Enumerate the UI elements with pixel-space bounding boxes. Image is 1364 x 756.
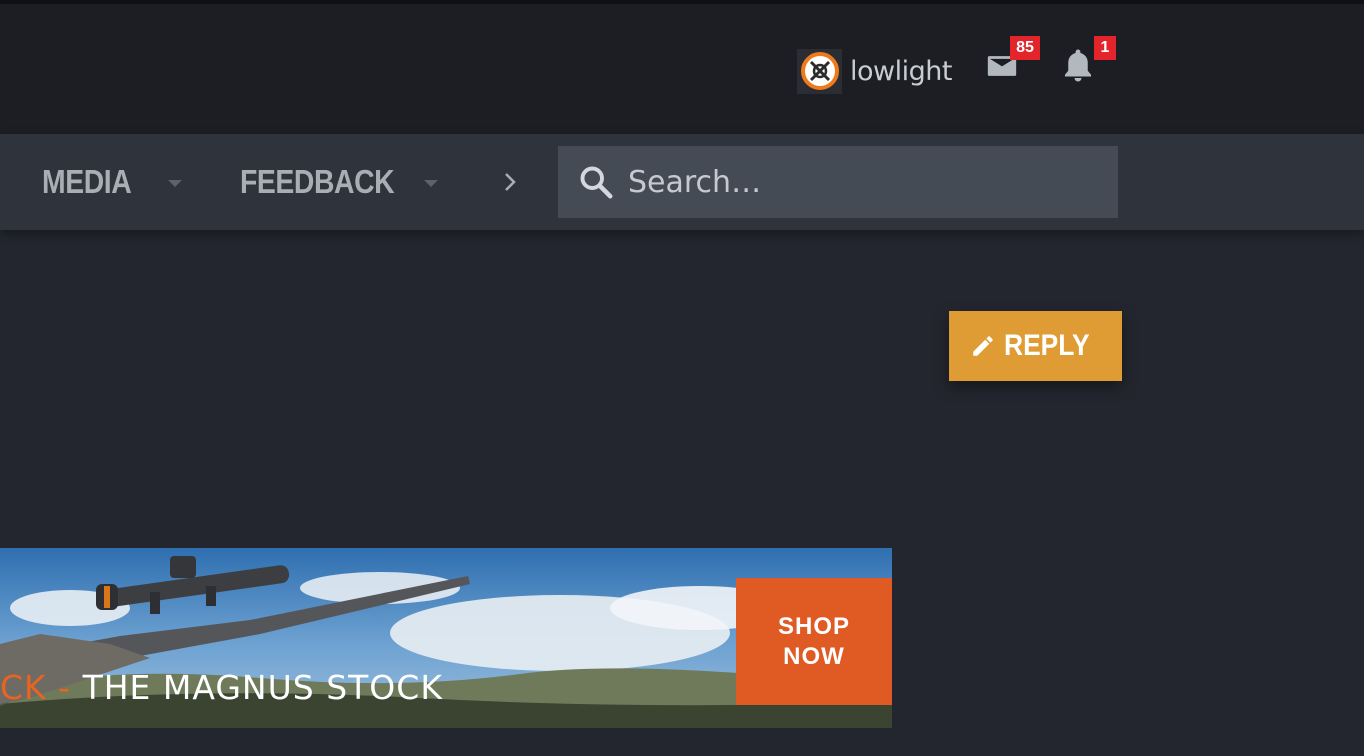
ad-headline: CK - THE MAGNUS STOCK	[0, 668, 443, 718]
user-menu[interactable]: lowlight	[797, 48, 952, 94]
messages-badge: 85	[1010, 36, 1040, 60]
caret-down-icon[interactable]	[424, 180, 438, 187]
chevron-right-icon	[505, 173, 516, 191]
nav-item-media[interactable]: MEDIA	[42, 134, 146, 230]
ad-prefix: CK -	[0, 668, 83, 707]
reply-button[interactable]: REPLY	[949, 311, 1122, 381]
nav-item-feedback[interactable]: FEEDBACK	[240, 134, 419, 230]
avatar-icon	[800, 52, 839, 90]
avatar[interactable]	[797, 48, 842, 94]
nav-item-label: FEEDBACK	[240, 163, 395, 200]
pencil-icon	[973, 336, 993, 356]
nav-more-button[interactable]	[500, 170, 520, 194]
shop-label-line2: NOW	[783, 642, 845, 670]
reply-label: REPLY	[1003, 329, 1090, 362]
site-header: lowlight 85 1	[0, 4, 1364, 134]
shop-now-button[interactable]: SHOP NOW	[736, 578, 892, 705]
alerts-button[interactable]	[1060, 46, 1096, 86]
caret-down-icon[interactable]	[168, 180, 182, 187]
ad-title: THE MAGNUS STOCK	[82, 668, 443, 707]
search-placeholder: Search…	[628, 164, 762, 200]
search-icon	[580, 166, 613, 199]
bell-icon	[1064, 49, 1092, 82]
username[interactable]: lowlight	[850, 56, 952, 87]
nav-item-label: MEDIA	[42, 163, 132, 200]
search-input[interactable]: Search…	[558, 146, 1118, 218]
shop-label-line1: SHOP	[777, 612, 850, 640]
alerts-badge: 1	[1094, 36, 1116, 60]
